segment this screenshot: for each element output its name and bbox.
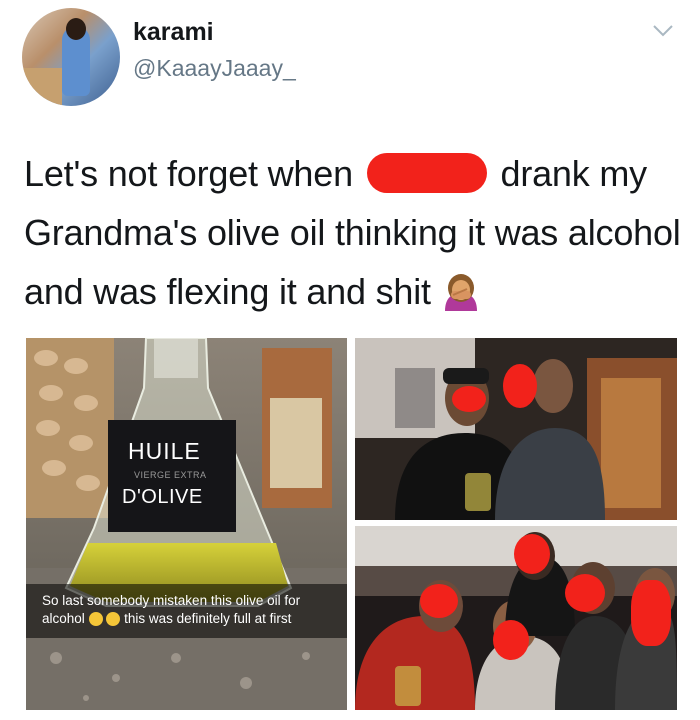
caption-line-2-prefix: alcohol bbox=[42, 611, 89, 626]
bottle-label-line-2: VIERGE EXTRA bbox=[134, 470, 207, 480]
avatar-figure-head bbox=[66, 18, 86, 40]
redaction-mark bbox=[503, 364, 537, 408]
chevron-down-icon[interactable] bbox=[652, 24, 674, 38]
redaction-mark bbox=[493, 620, 529, 660]
user-handle[interactable]: @KaaayJaaay_ bbox=[133, 55, 296, 82]
caption-line-2-suffix: this was definitely full at first bbox=[124, 611, 292, 626]
redaction-mark bbox=[565, 574, 605, 612]
laughing-emoji-icon bbox=[106, 612, 121, 627]
bottle-label-line-3: D'OLIVE bbox=[122, 486, 203, 508]
caption-line-2: alcohol this was definitely full at firs… bbox=[42, 610, 347, 628]
tweet-text: Let's not forget when drank my Grandma's… bbox=[24, 144, 684, 321]
avatar-background bbox=[22, 68, 62, 106]
redaction-mark bbox=[631, 580, 671, 646]
tweet-text-part-1: Let's not forget when bbox=[24, 153, 363, 194]
bottle-label: HUILE VIERGE EXTRA D'OLIVE bbox=[108, 420, 236, 532]
photo-party-two-people[interactable] bbox=[355, 338, 677, 520]
redaction-mark bbox=[366, 153, 487, 194]
caption-line-1: So last somebody mistaken this olive oil… bbox=[42, 593, 301, 608]
redaction-mark bbox=[420, 584, 458, 618]
profile-avatar[interactable] bbox=[22, 8, 120, 106]
redaction-mark bbox=[514, 534, 550, 574]
photo-olive-oil-bottle[interactable]: HUILE VIERGE EXTRA D'OLIVE So last someb… bbox=[26, 338, 347, 710]
bottle-label-line-1: HUILE bbox=[128, 438, 201, 464]
display-name[interactable]: karami bbox=[133, 18, 214, 47]
redaction-mark bbox=[452, 386, 486, 412]
face-palm-woman-emoji-icon bbox=[444, 274, 477, 312]
laughing-emoji-icon bbox=[88, 612, 103, 627]
snapchat-caption: So last somebody mistaken this olive oil… bbox=[26, 584, 347, 638]
photo-party-group[interactable] bbox=[355, 526, 677, 710]
